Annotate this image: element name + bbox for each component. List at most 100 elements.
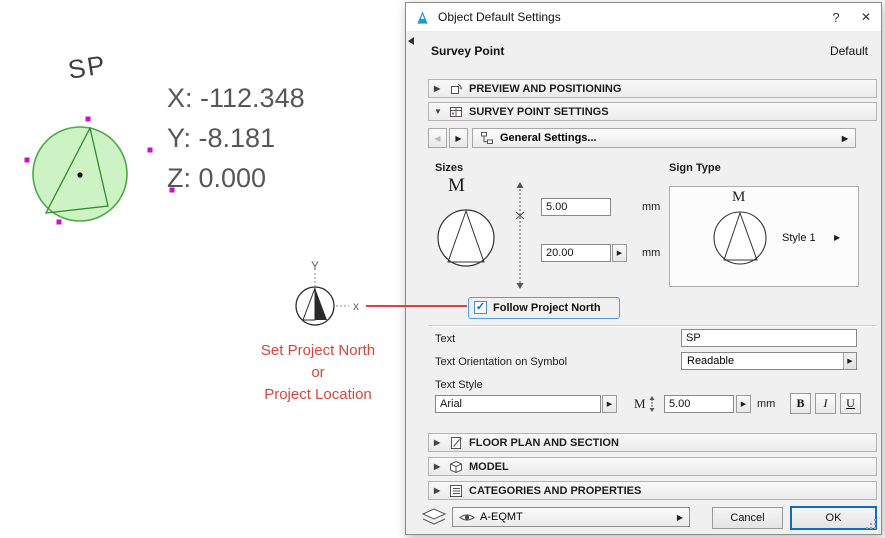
hotspot-handle[interactable] <box>57 220 62 225</box>
bold-label: B <box>796 396 804 411</box>
text-row-label: Text <box>435 333 455 345</box>
subject-label: Survey Point <box>431 44 504 58</box>
italic-label: I <box>824 396 828 411</box>
orientation-row-label: Text Orientation on Symbol <box>435 356 567 368</box>
text-height-field[interactable] <box>541 198 611 216</box>
sign-type-symbol <box>711 209 769 267</box>
model-cube-icon <box>449 460 463 474</box>
layer-dropdown[interactable]: A-EQMT ▶ <box>452 507 690 527</box>
section-preview-and-positioning[interactable]: ▶ PREVIEW AND POSITIONING <box>428 79 877 98</box>
help-button[interactable]: ? <box>821 3 851 31</box>
dialog-titlebar[interactable]: Object Default Settings ? ✕ <box>406 3 881 32</box>
layer-name: A-EQMT <box>480 511 523 523</box>
style-name-label: Style 1 <box>782 232 816 244</box>
app-icon <box>415 10 430 25</box>
popup-arrow-icon[interactable]: ▶ <box>834 233 840 242</box>
follow-project-north-checkbox[interactable]: ✓ <box>474 301 487 314</box>
height-m-glyph: M <box>634 396 646 412</box>
application-window: SP X: -112.348 Y: -8.181 Z: 0.000 Y x Se… <box>0 0 885 538</box>
floor-plan-icon <box>449 436 463 450</box>
symbol-size-field[interactable] <box>541 244 611 262</box>
section-survey-point-settings[interactable]: ▼ SURVEY POINT SETTINGS <box>428 102 877 121</box>
chevron-down-icon: ▼ <box>434 107 443 116</box>
divider <box>428 325 877 327</box>
sign-type-picker[interactable]: M Style 1 ▶ <box>669 186 859 287</box>
settings-tree-icon <box>480 131 494 145</box>
text-input[interactable] <box>681 329 857 347</box>
popup-arrow-icon: ▶ <box>677 513 683 522</box>
section-label: CATEGORIES AND PROPERTIES <box>469 485 641 497</box>
north-y-axis-label: Y <box>311 259 319 273</box>
section-floor-plan-and-section[interactable]: ▶ FLOOR PLAN AND SECTION <box>428 433 877 452</box>
chevron-right-icon: ▶ <box>434 438 443 447</box>
text-style-label: Text Style <box>435 379 483 391</box>
project-north-symbol: Y x <box>278 257 378 329</box>
ok-button[interactable]: OK <box>790 506 877 530</box>
text-height-icon: M <box>634 396 656 412</box>
section-categories-and-properties[interactable]: ▶ CATEGORIES AND PROPERTIES <box>428 481 877 500</box>
settings-page-label: General Settings... <box>500 132 597 144</box>
annotation-connector-line <box>366 305 467 307</box>
survey-point-text-annotation[interactable]: SP <box>66 49 109 86</box>
popup-arrow-icon: ▶ <box>842 134 848 143</box>
font-size-popup-button[interactable]: ▶ <box>736 395 751 413</box>
coord-y: Y: -8.181 <box>167 118 305 158</box>
section-label: FLOOR PLAN AND SECTION <box>469 437 619 449</box>
bold-button[interactable]: B <box>790 393 811 414</box>
pane-collapse-marker[interactable] <box>408 37 414 45</box>
sign-m-glyph: M <box>732 189 745 206</box>
default-label: Default <box>830 44 868 58</box>
forward-arrow-icon: ▶ <box>455 134 461 143</box>
annotation-note: Set Project North or Project Location <box>228 340 408 406</box>
survey-point-settings-icon <box>449 105 463 119</box>
ok-label: OK <box>826 512 842 524</box>
sign-type-group-label: Sign Type <box>669 162 721 174</box>
survey-point-symbol[interactable] <box>18 112 188 237</box>
settings-page-dropdown[interactable]: General Settings... ▶ <box>472 128 856 148</box>
cancel-label: Cancel <box>730 512 764 524</box>
chevron-right-icon: ▶ <box>434 486 443 495</box>
follow-project-north-label[interactable]: Follow Project North <box>493 302 601 314</box>
orientation-dropdown[interactable]: Readable ▶ <box>681 352 857 370</box>
unit-label-mm: mm <box>642 201 660 213</box>
checkmark-icon: ✓ <box>476 300 485 313</box>
close-button[interactable]: ✕ <box>851 3 881 31</box>
underline-button[interactable]: U <box>840 393 861 414</box>
section-label: MODEL <box>469 461 509 473</box>
popup-arrow-icon: ▶ <box>741 400 746 408</box>
hotspot-handle[interactable] <box>86 117 91 122</box>
resize-grip[interactable] <box>866 519 877 530</box>
section-model[interactable]: ▶ MODEL <box>428 457 877 476</box>
nav-forward-button[interactable]: ▶ <box>449 128 468 148</box>
hotspot-handle[interactable] <box>25 158 30 163</box>
section-label: SURVEY POINT SETTINGS <box>469 106 609 118</box>
symbol-size-popup-button[interactable]: ▶ <box>612 244 627 262</box>
chevron-right-icon: ▶ <box>434 462 443 471</box>
preview-positioning-icon <box>449 82 463 96</box>
back-arrow-icon: ◀ <box>434 134 440 143</box>
unit-label-mm: mm <box>642 247 660 259</box>
font-size-field[interactable] <box>664 395 734 413</box>
eye-icon <box>459 512 475 523</box>
popup-arrow-icon: ▶ <box>617 249 622 257</box>
popup-arrow-icon: ▶ <box>607 400 612 408</box>
dimension-indicator <box>510 181 532 291</box>
preview-m-glyph: M <box>448 175 465 197</box>
unit-label-mm: mm <box>757 398 775 410</box>
layers-icon[interactable] <box>420 506 448 528</box>
popup-arrow-icon: ▶ <box>843 353 856 369</box>
nav-back-button[interactable]: ◀ <box>428 128 447 148</box>
italic-button[interactable]: I <box>815 393 836 414</box>
cancel-button[interactable]: Cancel <box>712 507 783 529</box>
symbol-center-dot <box>77 172 82 177</box>
sizes-preview-symbol <box>434 206 498 270</box>
font-name-field[interactable] <box>435 395 601 413</box>
note-line-1: Set Project North <box>228 340 408 362</box>
vertical-arrow-icon <box>648 396 656 412</box>
coord-x: X: -112.348 <box>167 78 305 118</box>
font-popup-button[interactable]: ▶ <box>602 395 617 413</box>
dialog-title: Object Default Settings <box>438 10 561 24</box>
north-x-axis-label: x <box>353 299 359 313</box>
hotspot-handle[interactable] <box>148 148 153 153</box>
underline-label: U <box>846 396 855 411</box>
